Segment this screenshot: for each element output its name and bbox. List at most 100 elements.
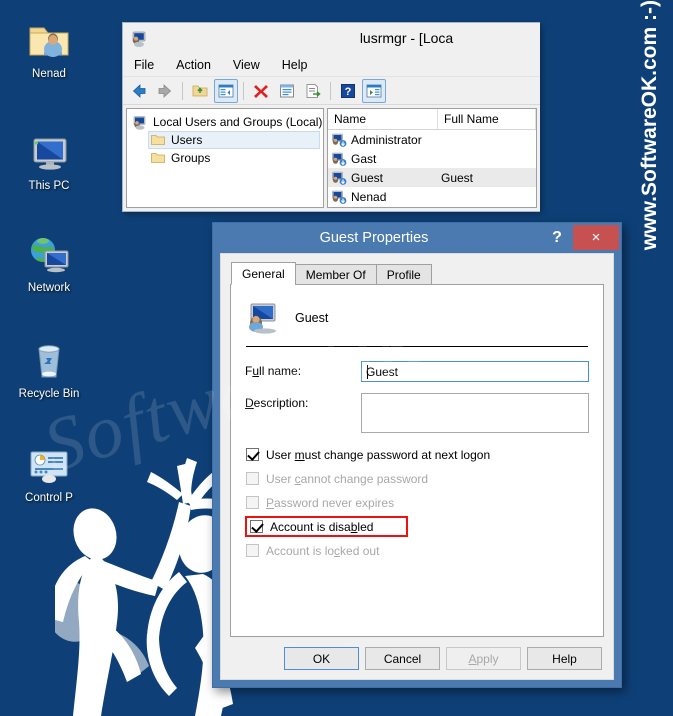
table-row[interactable]: Nenad — [328, 187, 536, 206]
desktop-icon-nenad[interactable]: Nenad — [6, 16, 92, 81]
apply-button[interactable]: Apply — [446, 647, 521, 670]
full-name-field-row: Full name: Guest — [245, 361, 589, 382]
checkbox-row-account-is-disabled[interactable]: Account is disabled — [245, 516, 408, 537]
forward-arrow-icon — [158, 83, 172, 98]
desktop-icon-recycle-bin[interactable]: Recycle Bin — [6, 336, 92, 401]
menu-file[interactable]: File — [131, 56, 157, 74]
toolbar-separator — [330, 81, 331, 100]
user-name-label: Guest — [295, 311, 329, 325]
checkbox-row-cannot-change-password[interactable]: User cannot change password — [245, 468, 589, 489]
dialog-help-icon[interactable]: ? — [545, 226, 569, 250]
help-button[interactable]: Help — [527, 647, 602, 670]
checkbox-row-password-never-expires[interactable]: Password never expires — [245, 492, 589, 513]
full-name-input[interactable]: Guest — [361, 361, 589, 382]
folder-icon — [151, 153, 165, 163]
tree-node-root[interactable]: Local Users and Groups (Local) — [130, 113, 323, 131]
computer-icon — [33, 138, 67, 170]
help-button[interactable]: ? — [336, 79, 360, 103]
show-action-pane-button[interactable] — [362, 78, 386, 103]
table-row[interactable]: Gast — [328, 149, 536, 168]
checkbox-row-account-is-locked-out[interactable]: Account is locked out — [245, 540, 589, 561]
lusrmgr-menubar: File Action View Help — [123, 53, 540, 77]
checkbox-label: User cannot change password — [266, 471, 429, 486]
dialog-titlebar[interactable]: Guest Properties ? × — [213, 223, 621, 253]
site-watermark-text: www.SoftwareOK.com :-) — [638, 0, 661, 251]
desktop-icon-label: Network — [27, 282, 71, 294]
action-pane-icon — [366, 84, 382, 97]
row-name-cell: Nenad — [328, 189, 438, 205]
ok-button[interactable]: OK — [284, 647, 359, 670]
up-one-level-button[interactable] — [188, 79, 212, 103]
user-header: Guest — [245, 297, 589, 339]
user-account-icon — [332, 133, 347, 147]
control-panel-icon — [30, 451, 68, 483]
properties-button[interactable] — [275, 79, 299, 103]
menu-view[interactable]: View — [230, 56, 263, 74]
tab-member-of[interactable]: Member Of — [294, 264, 377, 285]
back-button[interactable] — [127, 79, 151, 103]
table-row[interactable]: Guest Guest — [328, 168, 536, 187]
checkbox-account-is-locked-out[interactable] — [246, 544, 259, 557]
user-account-icon — [249, 303, 276, 334]
tree-node-label: Local Users and Groups (Local) — [153, 115, 323, 129]
checkbox-must-change-password[interactable] — [246, 448, 259, 461]
desktop-icon-label: Control P — [25, 492, 73, 504]
site-watermark: www.SoftwareOK.com :-) — [629, 0, 671, 340]
properties-icon — [280, 84, 294, 97]
tree-pane-icon — [218, 84, 234, 97]
desktop-icon-this-pc[interactable]: This PC — [6, 128, 92, 193]
console-tree-pane[interactable]: Local Users and Groups (Local) Users Gro… — [126, 108, 324, 208]
lusrmgr-toolbar: ? — [123, 77, 540, 105]
cancel-button[interactable]: Cancel — [365, 647, 440, 670]
description-field-row: Description: — [245, 393, 589, 433]
dialog-client-area: General Member Of Profile Guest Full nam… — [220, 253, 614, 680]
user-account-icon — [332, 190, 347, 204]
checkbox-cannot-change-password[interactable] — [246, 472, 259, 485]
menu-help[interactable]: Help — [279, 56, 311, 74]
lusrmgr-body: Local Users and Groups (Local) Users Gro… — [123, 105, 540, 211]
export-list-icon — [306, 83, 321, 98]
tree-node-groups[interactable]: Groups — [148, 149, 320, 167]
list-header: Name Full Name — [328, 109, 536, 130]
tree-node-users[interactable]: Users — [148, 131, 320, 149]
column-header-name[interactable]: Name — [328, 109, 438, 129]
close-icon[interactable]: × — [573, 225, 619, 250]
description-input[interactable] — [361, 393, 589, 433]
tab-profile[interactable]: Profile — [375, 264, 432, 285]
lusrmgr-titlebar[interactable]: lusrmgr - [Loca — [123, 23, 540, 53]
tabstrip: General Member Of Profile — [231, 262, 604, 285]
export-list-button[interactable] — [301, 79, 325, 103]
menu-action[interactable]: Action — [173, 56, 214, 74]
tree-node-label: Groups — [171, 151, 211, 165]
table-row[interactable]: Administrator — [328, 130, 536, 149]
desktop-icon-network[interactable]: Network — [6, 230, 92, 295]
checkbox-label: Account is locked out — [266, 543, 380, 558]
user-account-icon — [332, 171, 347, 185]
forward-button[interactable] — [153, 79, 177, 103]
row-name-cell: Gast — [328, 151, 438, 167]
user-folder-icon — [29, 27, 69, 57]
general-tab-page: Guest Full name: Guest Description: User… — [230, 284, 604, 637]
description-label: Description: — [245, 396, 309, 410]
delete-button[interactable] — [249, 79, 273, 103]
user-account-icon — [332, 152, 347, 166]
local-users-groups-icon — [133, 116, 146, 130]
column-header-full-name[interactable]: Full Name — [438, 109, 536, 129]
tree-node-label: Users — [171, 133, 203, 147]
users-list-pane[interactable]: Name Full Name Administrator Gast Guest … — [327, 108, 537, 208]
account-options-group: User must change password at next logon … — [245, 444, 589, 561]
show-hide-tree-button[interactable] — [214, 78, 238, 103]
checkbox-password-never-expires[interactable] — [246, 496, 259, 509]
checkbox-account-is-disabled[interactable] — [250, 520, 263, 533]
tab-general[interactable]: General — [231, 262, 296, 285]
row-name-cell: Administrator — [328, 132, 438, 148]
row-name-cell: Guest — [328, 170, 438, 186]
back-arrow-icon — [132, 83, 146, 98]
desktop-icon-label: Nenad — [32, 68, 66, 80]
cell-text: Guest — [351, 170, 384, 185]
desktop-icon-control-panel[interactable]: Control P — [6, 440, 92, 505]
header-divider — [246, 346, 588, 347]
lusrmgr-window: lusrmgr - [Loca File Action View Help ? … — [122, 22, 540, 212]
checkbox-row-must-change-password[interactable]: User must change password at next logon — [245, 444, 589, 465]
cell-text: Gast — [351, 151, 377, 166]
